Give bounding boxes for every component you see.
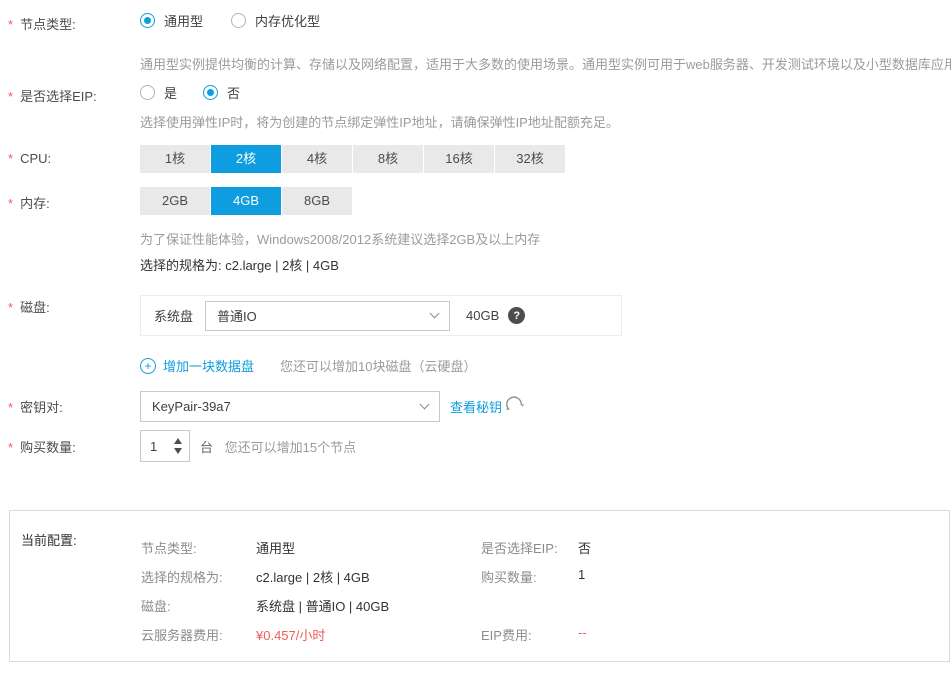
required-asterisk: * (8, 89, 13, 104)
radio-selected-icon (203, 85, 218, 100)
memory-option-8gb[interactable]: 8GB (282, 187, 352, 215)
quantity-unit: 台 (200, 440, 213, 455)
cpu-label: *CPU: (8, 151, 51, 166)
summary-value: c2.large | 2核 | 4GB (256, 567, 370, 586)
required-asterisk: * (8, 17, 13, 32)
summary-value: 系统盘 | 普通IO | 40GB (256, 596, 389, 615)
add-data-disk-link[interactable]: 增加一块数据盘 (163, 356, 254, 375)
stepper-down-icon[interactable] (174, 448, 182, 454)
radio-unselected-icon (140, 85, 155, 100)
disk-io-type-value: 普通IO (217, 306, 257, 325)
cpu-option-1core[interactable]: 1核 (140, 145, 210, 173)
memory-option-group: 2GB 4GB 8GB (140, 187, 353, 215)
memory-note: 为了保证性能体验，Windows2008/2012系统建议选择2GB及以上内存 (140, 229, 540, 248)
memory-option-4gb-selected[interactable]: 4GB (211, 187, 281, 215)
chevron-down-icon (420, 400, 430, 410)
quantity-stepper[interactable]: 1 (140, 430, 190, 462)
summary-label: 磁盘: (141, 596, 171, 615)
memory-label: *内存: (8, 193, 50, 212)
cpu-option-2core-selected[interactable]: 2核 (211, 145, 281, 173)
summary-label: 购买数量: (481, 567, 537, 586)
current-config-panel: 当前配置: 节点类型: 通用型 是否选择EIP: 否 选择的规格为: c2.la… (9, 510, 950, 662)
summary-label: 是否选择EIP: (481, 538, 558, 557)
view-key-link[interactable]: 查看秘钥 (450, 397, 502, 416)
radio-eip-yes[interactable]: 是 (140, 83, 177, 102)
keypair-value: KeyPair-39a7 (152, 399, 231, 414)
refresh-icon[interactable] (502, 392, 526, 416)
summary-price-value: ¥0.457/小时 (256, 625, 325, 644)
radio-selected-icon (140, 13, 155, 28)
summary-label: EIP费用: (481, 625, 532, 644)
summary-eip-fee-value: -- (578, 625, 587, 640)
add-data-disk-row: + 增加一块数据盘 您还可以增加10块磁盘（云硬盘） (140, 356, 476, 375)
quantity-quota-hint: 您还可以增加15个节点 (225, 440, 356, 455)
memory-option-2gb[interactable]: 2GB (140, 187, 210, 215)
eip-description: 选择使用弹性IP时，将为创建的节点绑定弹性IP地址，请确保弹性IP地址配额充足。 (140, 112, 619, 131)
required-asterisk: * (8, 440, 13, 455)
help-question-icon[interactable]: ? (508, 307, 525, 324)
cpu-option-group: 1核 2核 4核 8核 16核 32核 (140, 145, 566, 173)
radio-label: 是 (164, 83, 177, 102)
required-asterisk: * (8, 400, 13, 415)
summary-label: 选择的规格为: (141, 567, 223, 586)
node-type-description: 通用型实例提供均衡的计算、存储以及网络配置，适用于大多数的使用场景。通用型实例可… (140, 54, 951, 73)
radio-unselected-icon (231, 13, 246, 28)
summary-value: 1 (578, 567, 585, 582)
quantity-hint-row: 台 您还可以增加15个节点 (200, 437, 356, 456)
cpu-option-16core[interactable]: 16核 (424, 145, 494, 173)
system-disk-row: 系统盘 普通IO 40GB ? (140, 295, 622, 336)
summary-value: 通用型 (256, 538, 295, 557)
quantity-value[interactable]: 1 (150, 439, 157, 454)
summary-label: 云服务器费用: (141, 625, 223, 644)
node-type-radio-group: 通用型 内存优化型 (140, 11, 320, 30)
node-config-form: *节点类型: 通用型 内存优化型 通用型实例提供均衡的计算、存储以及网络配置，适… (0, 0, 951, 674)
cpu-option-4core[interactable]: 4核 (282, 145, 352, 173)
quantity-label: *购买数量: (8, 437, 76, 456)
summary-label: 节点类型: (141, 538, 197, 557)
summary-value: 否 (578, 538, 591, 557)
disk-size-value: 40GB (466, 308, 499, 323)
system-disk-label: 系统盘 (154, 306, 193, 325)
add-disk-quota-hint: 您还可以增加10块磁盘（云硬盘） (280, 356, 476, 375)
stepper-up-icon[interactable] (174, 438, 182, 444)
radio-label: 内存优化型 (255, 11, 320, 30)
keypair-select[interactable]: KeyPair-39a7 (140, 391, 440, 422)
plus-circle-icon: + (140, 358, 156, 374)
eip-label: *是否选择EIP: (8, 86, 97, 105)
radio-eip-no[interactable]: 否 (203, 83, 240, 102)
required-asterisk: * (8, 196, 13, 211)
cpu-option-32core[interactable]: 32核 (495, 145, 565, 173)
current-config-title: 当前配置: (21, 530, 77, 549)
node-type-label: *节点类型: (8, 14, 76, 33)
disk-io-type-select[interactable]: 普通IO (205, 301, 450, 331)
radio-node-type-general[interactable]: 通用型 (140, 11, 203, 30)
keypair-label: *密钥对: (8, 397, 63, 416)
selected-spec-text: 选择的规格为: c2.large | 2核 | 4GB (140, 255, 339, 274)
radio-label: 通用型 (164, 11, 203, 30)
required-asterisk: * (8, 300, 13, 315)
eip-radio-group: 是 否 (140, 83, 240, 102)
required-asterisk: * (8, 151, 13, 166)
cpu-option-8core[interactable]: 8核 (353, 145, 423, 173)
chevron-down-icon (430, 309, 440, 319)
disk-label: *磁盘: (8, 297, 50, 316)
radio-node-type-memory-optimized[interactable]: 内存优化型 (231, 11, 320, 30)
radio-label: 否 (227, 83, 240, 102)
